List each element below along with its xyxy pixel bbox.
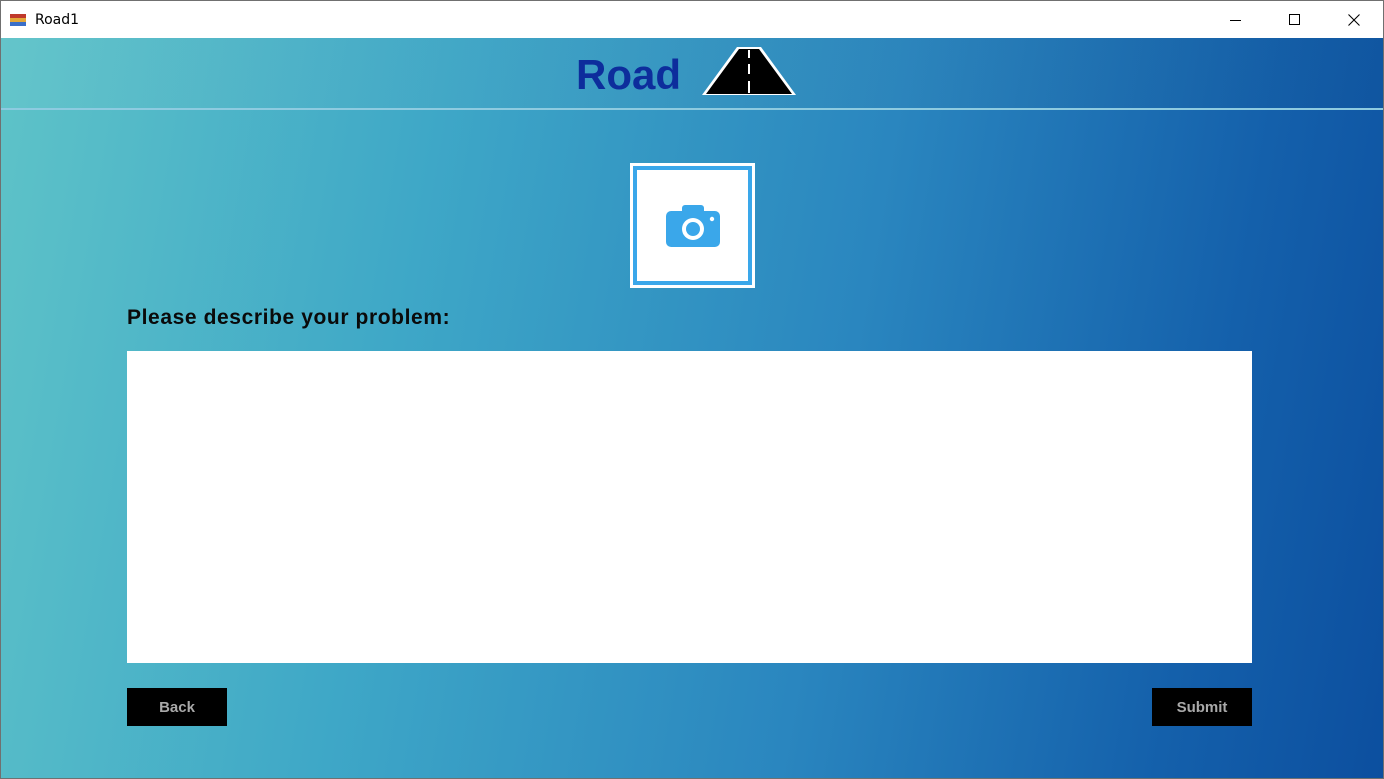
window-title: Road1 [35,11,80,28]
brand-title: Road [576,51,681,98]
back-button[interactable]: Back [127,688,227,726]
window-controls [1206,1,1383,38]
submit-button[interactable]: Submit [1152,688,1252,726]
app-icon [10,13,26,26]
close-button[interactable] [1324,1,1383,38]
photo-placeholder [637,170,748,281]
close-icon [1347,13,1360,26]
road-logo-icon [702,47,796,95]
header: Road [1,38,1383,110]
description-label: Please describe your problem: [127,306,451,329]
maximize-icon [1288,13,1300,25]
main-content: Road Please describe your problem: Back … [1,38,1383,778]
app-window: Road1 Road Please describe your problem:… [0,0,1384,779]
problem-description-input[interactable] [127,351,1252,663]
add-photo-button[interactable] [630,163,755,288]
maximize-button[interactable] [1265,1,1324,38]
camera-icon [665,204,720,247]
title-bar[interactable]: Road1 [1,1,1383,38]
minimize-icon [1229,19,1241,21]
minimize-button[interactable] [1206,1,1265,38]
